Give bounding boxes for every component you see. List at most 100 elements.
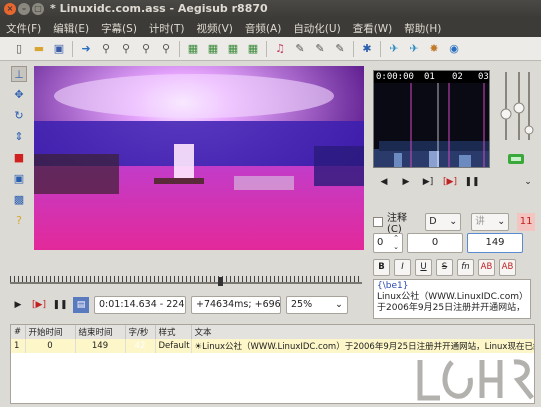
- bold-button[interactable]: B: [373, 259, 390, 276]
- column-header-cps[interactable]: 字/秒: [125, 325, 156, 339]
- automation-icon[interactable]: ✎: [333, 42, 347, 56]
- help-icon[interactable]: ◉: [447, 42, 461, 56]
- frame-end-icon[interactable]: ▦: [186, 42, 200, 56]
- layer-value: 0: [377, 237, 384, 248]
- column-header-number[interactable]: #: [11, 325, 26, 339]
- drag-tool-icon[interactable]: ✥: [11, 87, 27, 103]
- minimize-window-button[interactable]: –: [18, 3, 30, 15]
- comment-label: 注释(C): [387, 213, 407, 235]
- zoom-in-icon[interactable]: ⚲: [119, 42, 133, 56]
- vector-clip-tool-icon[interactable]: ▩: [11, 192, 27, 208]
- column-header-style[interactable]: 样式: [155, 325, 192, 339]
- video-seek-slider[interactable]: [10, 276, 362, 286]
- font-button[interactable]: fn: [457, 259, 474, 276]
- table-row[interactable]: 1 0 149 42 Default ☀Linux公社（WWW.LinuxIDC…: [11, 339, 534, 353]
- seek-thumb[interactable]: [218, 277, 223, 286]
- grid-header-row: # 开始时间 结束时间 字/秒 样式 文本: [11, 325, 534, 339]
- jump-video-icon[interactable]: ➜: [79, 42, 93, 56]
- end-time-value: 149: [485, 237, 505, 248]
- autoscroll-icon[interactable]: ▤: [73, 297, 89, 313]
- video-jump-icon[interactable]: ⚲: [139, 42, 153, 56]
- play-current-line-icon[interactable]: [▶]: [442, 174, 458, 190]
- properties-icon[interactable]: ♫: [273, 42, 287, 56]
- menu-help[interactable]: 帮助(H): [398, 18, 447, 37]
- char-count: 11: [517, 213, 535, 231]
- play-line-icon[interactable]: [▶]: [31, 297, 47, 313]
- menu-timing[interactable]: 计时(T): [143, 18, 191, 37]
- options-icon[interactable]: ✸: [427, 42, 441, 56]
- window-title: * Linuxidc.com.ass - Aegisub r8870: [50, 2, 268, 15]
- subtitle-text-editor[interactable]: {\be1} Linux公社（WWW.LinuxIDC.com） 于2006年9…: [373, 279, 531, 319]
- scale-tool-icon[interactable]: ■: [11, 150, 27, 166]
- strikeout-button[interactable]: S: [436, 259, 453, 276]
- menu-audio[interactable]: 音频(A): [239, 18, 287, 37]
- end-time-field[interactable]: 149: [467, 233, 523, 253]
- next-line-icon[interactable]: ▶: [398, 174, 414, 190]
- video-time-field[interactable]: 0:01:14.634 - 2242: [94, 296, 186, 314]
- site-watermark-logo: [412, 352, 537, 404]
- spectrum-display: [374, 83, 489, 167]
- close-window-button[interactable]: ×: [4, 3, 16, 15]
- menu-file[interactable]: 文件(F): [0, 18, 47, 37]
- stop-icon[interactable]: ❚❚: [52, 297, 68, 313]
- column-header-end[interactable]: 结束时间: [75, 325, 126, 339]
- text-line: {\be1}: [377, 281, 409, 291]
- standard-tool-icon[interactable]: ⊥: [11, 66, 27, 82]
- new-file-icon[interactable]: ▯: [12, 42, 26, 56]
- column-header-text[interactable]: 文本: [191, 325, 534, 339]
- chevron-down-icon: ⌄: [335, 299, 343, 310]
- layer-spinner[interactable]: 0 ⌃ ⌄: [373, 233, 403, 253]
- audio-panel: 0:00:00 01 02 03 ◀ ▶ ▶] [▶] ❚❚ ⌄: [370, 66, 535, 192]
- seek-track: [10, 282, 362, 284]
- rotate-xy-tool-icon[interactable]: ⇕: [11, 129, 27, 145]
- styles-icon[interactable]: ▦: [246, 42, 260, 56]
- toolbar-separator: [380, 40, 381, 57]
- play-icon[interactable]: ▶: [10, 297, 26, 313]
- play-selection-icon[interactable]: ▶]: [420, 174, 436, 190]
- style-value: D: [429, 216, 437, 227]
- zoom-icon[interactable]: ⚲: [99, 42, 113, 56]
- row-end: 149: [75, 339, 126, 353]
- translation-icon[interactable]: ✈: [407, 42, 421, 56]
- menu-edit[interactable]: 编辑(E): [47, 18, 95, 37]
- shift-times-icon[interactable]: ▦: [226, 42, 240, 56]
- menu-video[interactable]: 视频(V): [191, 18, 239, 37]
- video-display[interactable]: [34, 66, 364, 250]
- menu-automation[interactable]: 自动化(U): [287, 18, 346, 37]
- column-header-start[interactable]: 开始时间: [25, 325, 76, 339]
- resample-icon[interactable]: ✱: [360, 42, 374, 56]
- comment-checkbox[interactable]: [373, 217, 383, 227]
- frame-start-icon[interactable]: ⚲: [159, 42, 173, 56]
- underline-button[interactable]: U: [415, 259, 432, 276]
- timing-icon[interactable]: ▦: [206, 42, 220, 56]
- spell-icon[interactable]: ✈: [387, 42, 401, 56]
- italic-button[interactable]: I: [394, 259, 411, 276]
- help-tool-icon[interactable]: ?: [11, 213, 27, 229]
- start-time-value: 0: [431, 237, 439, 248]
- volume-thumb: [513, 102, 525, 114]
- vertical-zoom-thumb: [524, 125, 534, 135]
- secondary-color-button[interactable]: AB: [499, 259, 516, 276]
- chevron-down-icon: ⌄: [497, 216, 506, 227]
- menu-subtitle[interactable]: 字幕(S): [95, 18, 143, 37]
- zoom-select[interactable]: 25% ⌄: [286, 296, 348, 314]
- audio-waveform[interactable]: 0:00:00 01 02 03: [373, 70, 490, 168]
- video-offset-field: +74634ms; +69634: [191, 296, 281, 314]
- style-dropdown[interactable]: D ⌄: [425, 213, 462, 231]
- start-time-field[interactable]: 0: [407, 233, 463, 253]
- primary-color-button[interactable]: AB: [478, 259, 495, 276]
- clip-tool-icon[interactable]: ▣: [11, 171, 27, 187]
- menu-view[interactable]: 查看(W): [347, 18, 399, 37]
- audio-more-icon[interactable]: ⌄: [520, 174, 536, 190]
- previous-line-icon[interactable]: ◀: [376, 174, 392, 190]
- actor-dropdown[interactable]: 讲 ⌄: [471, 213, 510, 231]
- open-file-icon[interactable]: ▬: [32, 42, 46, 56]
- fonts-icon[interactable]: ✎: [313, 42, 327, 56]
- rotate-z-tool-icon[interactable]: ↻: [11, 108, 27, 124]
- stop-audio-icon[interactable]: ❚❚: [464, 174, 480, 190]
- attachments-icon[interactable]: ✎: [293, 42, 307, 56]
- window-titlebar: × – □ * Linuxidc.com.ass - Aegisub r8870: [0, 0, 541, 18]
- maximize-window-button[interactable]: □: [32, 3, 44, 15]
- save-icon[interactable]: ▣: [52, 42, 66, 56]
- format-toolbar: B I U S fn AB AB: [373, 259, 516, 276]
